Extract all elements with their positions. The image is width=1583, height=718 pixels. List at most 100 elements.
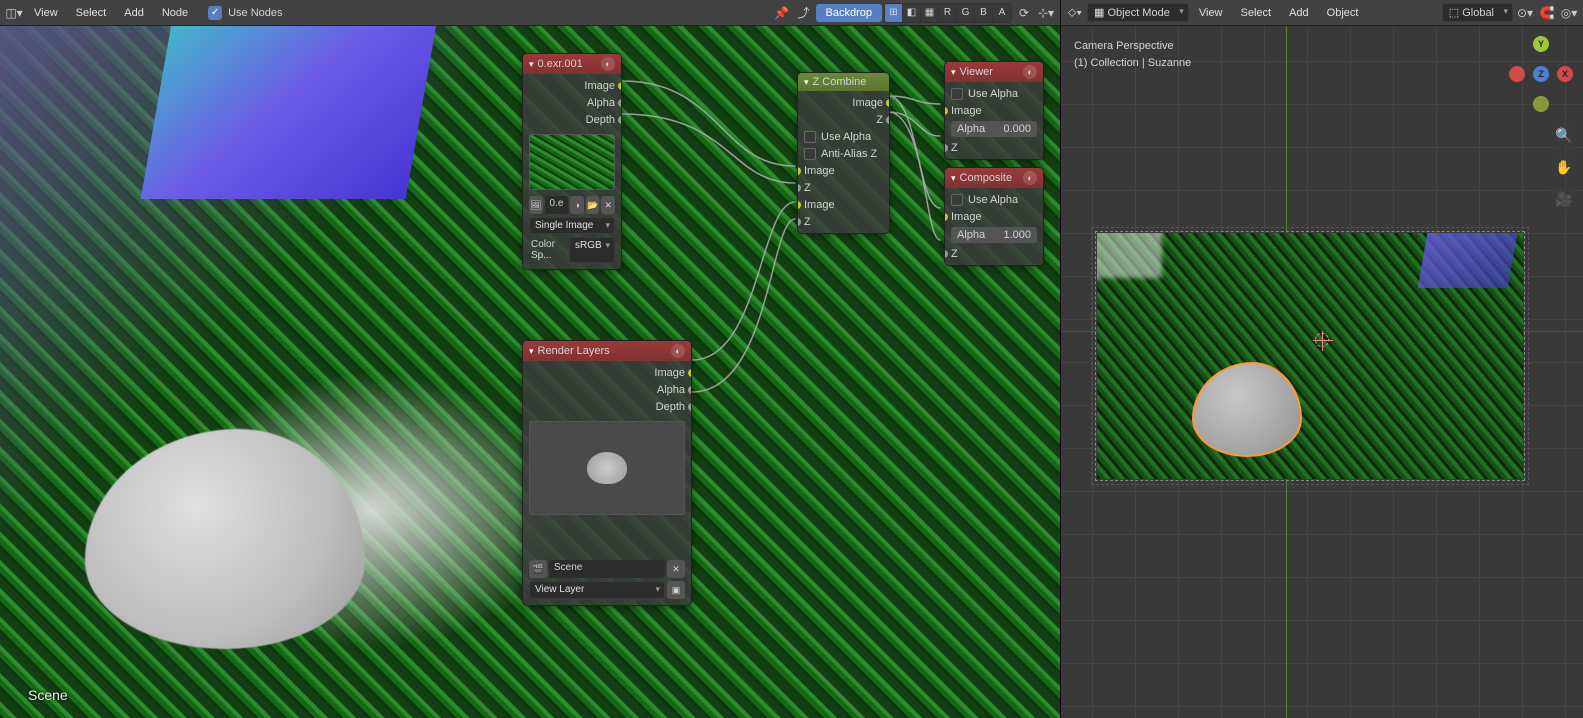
camera-view-icon[interactable]: 🎥 xyxy=(1551,186,1577,212)
node-image-header[interactable]: 0.exr.001 ◐ xyxy=(523,54,621,74)
use-nodes-checkbox[interactable]: ✓ xyxy=(208,6,222,20)
viewer-use-alpha[interactable]: Use Alpha xyxy=(945,85,1043,102)
channel-buttons: ⊞ ◧ ▦ R G B A xyxy=(884,3,1012,23)
node-render-layers[interactable]: Render Layers ◐ Image Alpha Depth 🎬 Scen… xyxy=(522,340,692,606)
gizmo-x[interactable]: X xyxy=(1557,66,1573,82)
node-composite-header[interactable]: Composite ◐ xyxy=(945,168,1043,188)
channel-b[interactable]: B xyxy=(975,4,993,22)
pan-icon[interactable]: ✋ xyxy=(1551,154,1577,180)
socket-image-out-image[interactable]: Image xyxy=(523,77,621,94)
editor-type-icon[interactable]: ◫▾ xyxy=(4,3,24,23)
node-viewer-gear-icon[interactable]: ◐ xyxy=(1023,65,1037,79)
socket-image-out-alpha[interactable]: Alpha xyxy=(523,94,621,111)
viewport-header: ⬦▾ ▦ Object Mode View Select Add Object … xyxy=(1061,0,1583,26)
node-renderlayers-gear-icon[interactable]: ◐ xyxy=(671,344,685,358)
parent-icon[interactable]: ⤴ xyxy=(794,3,814,23)
node-viewer-title: Viewer xyxy=(960,66,993,78)
rl-render-icon[interactable]: ▣ xyxy=(667,581,685,599)
socket-composite-image[interactable]: Image xyxy=(945,208,1043,225)
menu-select[interactable]: Select xyxy=(68,3,115,23)
socket-rl-alpha[interactable]: Alpha xyxy=(523,381,691,398)
socket-zc-in-image1[interactable]: Image xyxy=(798,162,889,179)
socket-image-out-depth[interactable]: Depth xyxy=(523,111,621,128)
gizmo-neg[interactable] xyxy=(1509,66,1525,82)
image-source-dropdown[interactable]: Single Image xyxy=(529,217,615,234)
node-image-gear-icon[interactable]: ◐ xyxy=(601,57,615,71)
snap-icon[interactable]: ⊹▾ xyxy=(1036,3,1056,23)
channel-combined[interactable]: ⊞ xyxy=(885,4,903,22)
node-composite-gear-icon[interactable]: ◐ xyxy=(1023,171,1037,185)
vp-editor-type-icon[interactable]: ⬦▾ xyxy=(1065,3,1085,23)
vp-menu-object[interactable]: Object xyxy=(1319,3,1367,23)
channel-r[interactable]: R xyxy=(939,4,957,22)
suzanne-object[interactable] xyxy=(1192,362,1302,457)
menu-node[interactable]: Node xyxy=(154,3,196,23)
composite-alpha-value[interactable]: Alpha1.000 xyxy=(951,227,1037,243)
orientation-dropdown[interactable]: ⬚ Global xyxy=(1442,3,1513,22)
rl-scene-field[interactable]: Scene xyxy=(549,560,665,578)
nav-gizmo[interactable]: Y Z X xyxy=(1509,36,1573,114)
image-unlink-icon[interactable]: ✕ xyxy=(601,196,615,214)
node-viewer[interactable]: Viewer ◐ Use Alpha Image Alpha0.000 Z xyxy=(944,61,1044,160)
rl-layer-dropdown[interactable]: View Layer xyxy=(529,581,665,599)
node-zcombine[interactable]: Z Combine Image Z Use Alpha Anti-Alias Z… xyxy=(797,72,890,234)
viewport-panel: ⬦▾ ▦ Object Mode View Select Add Object … xyxy=(1060,0,1583,718)
socket-zc-in-image2[interactable]: Image xyxy=(798,196,889,213)
interaction-mode-dropdown[interactable]: ▦ Object Mode xyxy=(1087,3,1189,22)
node-renderlayers-preview xyxy=(529,421,685,515)
vp-menu-view[interactable]: View xyxy=(1191,3,1231,23)
socket-viewer-image[interactable]: Image xyxy=(945,102,1043,119)
node-renderlayers-title: Render Layers xyxy=(538,345,610,357)
vp-menu-add[interactable]: Add xyxy=(1281,3,1317,23)
pin-icon[interactable]: 📌 xyxy=(772,3,792,23)
node-zcombine-header[interactable]: Z Combine xyxy=(798,73,889,91)
channel-color[interactable]: ◧ xyxy=(903,4,921,22)
colorspace-dropdown[interactable]: sRGB xyxy=(569,237,615,263)
socket-zc-out-z[interactable]: Z xyxy=(798,111,889,128)
node-composite-title: Composite xyxy=(960,172,1013,184)
proportional-edit-icon[interactable]: ◎▾ xyxy=(1559,3,1579,23)
vp-perspective-label: Camera Perspective xyxy=(1074,38,1191,55)
viewport-info: Camera Perspective (1) Collection | Suza… xyxy=(1074,38,1191,71)
zc-use-alpha[interactable]: Use Alpha xyxy=(798,128,889,145)
3d-cursor-icon[interactable] xyxy=(1315,333,1329,347)
camera-frame[interactable] xyxy=(1095,231,1525,481)
image-datablock-icon[interactable]: 🖼 xyxy=(529,196,543,214)
viewport-3d[interactable]: Camera Perspective (1) Collection | Suza… xyxy=(1061,26,1583,718)
image-file-field[interactable]: 0.e xyxy=(545,196,569,214)
backdrop-button[interactable]: Backdrop xyxy=(816,4,882,22)
node-image-preview xyxy=(529,134,615,190)
zoom-icon[interactable]: 🔍 xyxy=(1551,122,1577,148)
gizmo-neg-y[interactable] xyxy=(1533,96,1549,112)
composite-use-alpha[interactable]: Use Alpha xyxy=(945,191,1043,208)
snap-magnet-icon[interactable]: 🧲 xyxy=(1537,3,1557,23)
gizmo-z[interactable]: Z xyxy=(1533,66,1549,82)
node-composite[interactable]: Composite ◐ Use Alpha Image Alpha1.000 Z xyxy=(944,167,1044,266)
pivot-icon[interactable]: ⊙▾ xyxy=(1515,3,1535,23)
channel-a[interactable]: A xyxy=(993,4,1011,22)
node-image[interactable]: 0.exr.001 ◐ Image Alpha Depth 🖼 0.e ◑ 📂 … xyxy=(522,53,622,270)
zc-anti-alias[interactable]: Anti-Alias Z xyxy=(798,145,889,162)
node-renderlayers-header[interactable]: Render Layers ◐ xyxy=(523,341,691,361)
rl-scene-icon[interactable]: 🎬 xyxy=(529,560,547,578)
menu-add[interactable]: Add xyxy=(116,3,152,23)
socket-zc-in-z2[interactable]: Z xyxy=(798,213,889,230)
rl-unlink-icon[interactable]: ✕ xyxy=(667,560,685,578)
menu-view[interactable]: View xyxy=(26,3,66,23)
channel-alpha-icon[interactable]: ▦ xyxy=(921,4,939,22)
viewport-tools: 🔍 ✋ 🎥 xyxy=(1551,122,1577,212)
socket-zc-out-image[interactable]: Image xyxy=(798,94,889,111)
viewer-alpha-value[interactable]: Alpha0.000 xyxy=(951,121,1037,137)
vp-menu-select[interactable]: Select xyxy=(1232,3,1279,23)
socket-viewer-z[interactable]: Z xyxy=(945,139,1043,156)
image-users-icon[interactable]: ◑ xyxy=(570,196,584,214)
socket-zc-in-z1[interactable]: Z xyxy=(798,179,889,196)
gizmo-y[interactable]: Y xyxy=(1533,36,1549,52)
socket-rl-depth[interactable]: Depth xyxy=(523,398,691,415)
node-viewer-header[interactable]: Viewer ◐ xyxy=(945,62,1043,82)
socket-rl-image[interactable]: Image xyxy=(523,364,691,381)
channel-g[interactable]: G xyxy=(957,4,975,22)
image-open-icon[interactable]: 📂 xyxy=(586,196,600,214)
socket-composite-z[interactable]: Z xyxy=(945,245,1043,262)
refresh-icon[interactable]: ⟳ xyxy=(1014,3,1034,23)
